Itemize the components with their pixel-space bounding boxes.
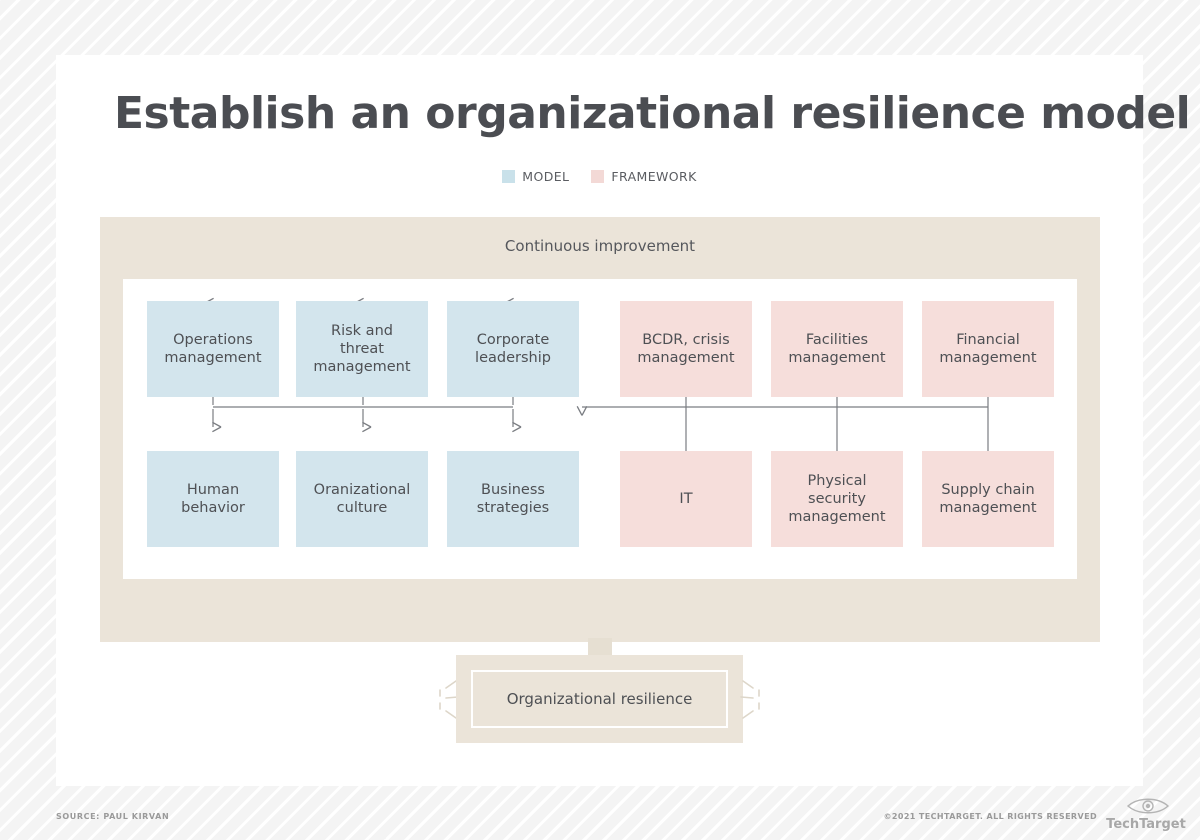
footer-source: SOURCE: PAUL KIRVAN bbox=[56, 812, 170, 821]
box-business-strategies[interactable]: Business strategies bbox=[447, 451, 579, 547]
box-it[interactable]: IT bbox=[620, 451, 752, 547]
box-financial-management[interactable]: Financial management bbox=[922, 301, 1054, 397]
box-bcdr-crisis-management[interactable]: BCDR, crisis management bbox=[620, 301, 752, 397]
legend-swatch-icon bbox=[591, 170, 605, 183]
shine-rays-right-icon bbox=[740, 680, 760, 719]
box-organizational-culture[interactable]: Oranizational culture bbox=[296, 451, 428, 547]
legend-label-model: MODEL bbox=[522, 169, 570, 184]
techtarget-wordmark: TechTarget bbox=[1106, 817, 1186, 832]
legend: MODEL FRAMEWORK bbox=[56, 169, 1143, 184]
box-supply-chain-management[interactable]: Supply chain management bbox=[922, 451, 1054, 547]
box-physical-security-management[interactable]: Physical security management bbox=[771, 451, 903, 547]
organizational-resilience-callout: Organizational resilience bbox=[456, 655, 743, 743]
legend-swatch-icon bbox=[502, 170, 516, 183]
legend-item-framework: FRAMEWORK bbox=[591, 169, 696, 184]
organizational-resilience-label: Organizational resilience bbox=[471, 670, 728, 728]
box-human-behavior[interactable]: Human behavior bbox=[147, 451, 279, 547]
panel-caption: Continuous improvement bbox=[504, 237, 696, 255]
continuous-improvement-panel: Continuous improvement Operations manage… bbox=[100, 217, 1100, 642]
diagram-area: Operations management Risk and threat manag… bbox=[123, 279, 1077, 579]
box-operations-management[interactable]: Operations management bbox=[147, 301, 279, 397]
box-facilities-management[interactable]: Facilities management bbox=[771, 301, 903, 397]
page-title: Establish an organizational resilience m… bbox=[114, 88, 1191, 139]
box-corporate-leadership[interactable]: Corporate leadership bbox=[447, 301, 579, 397]
legend-item-model: MODEL bbox=[502, 169, 569, 184]
box-risk-threat-management[interactable]: Risk and threat management bbox=[296, 301, 428, 397]
legend-label-framework: FRAMEWORK bbox=[611, 169, 697, 184]
content-card: Establish an organizational resilience m… bbox=[56, 55, 1191, 786]
techtarget-logo-icon: TechTarget bbox=[1106, 798, 1186, 832]
footer-copyright: ©2021 TECHTARGET. ALL RIGHTS RESERVED bbox=[883, 812, 1097, 821]
